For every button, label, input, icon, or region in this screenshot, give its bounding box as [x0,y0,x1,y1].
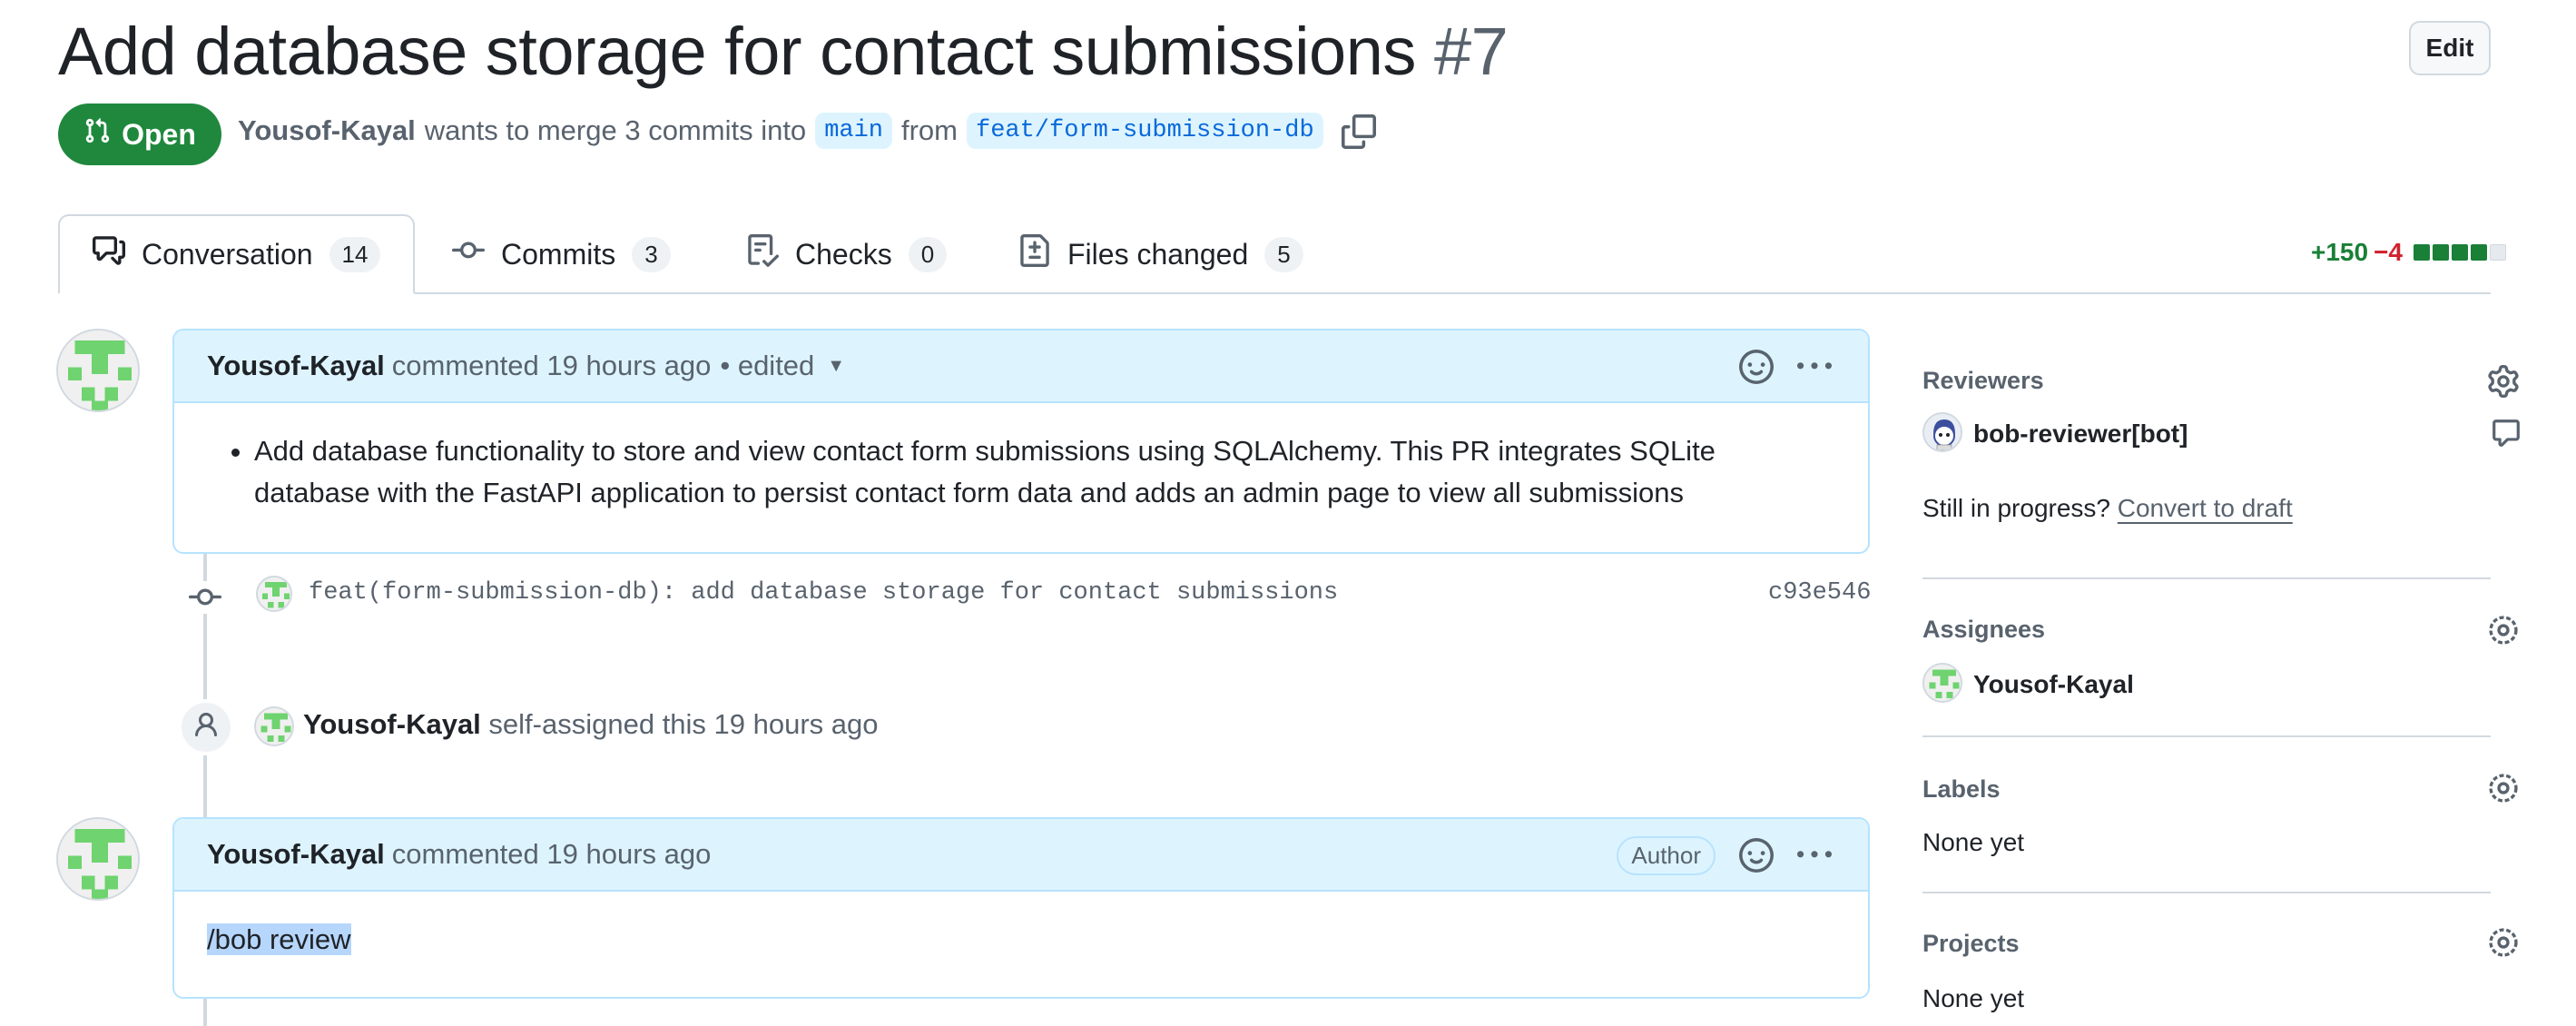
avatar[interactable] [254,706,294,746]
file-diff-icon [1018,234,1051,274]
tab-checks-count: 0 [908,236,948,272]
diffstat-deletions: −4 [2374,238,2404,266]
git-commit-icon [452,234,485,274]
comment-actions [1739,330,1832,403]
diffstat-block [2433,244,2450,261]
diffstat: +150 −4 [2311,238,2507,267]
avatar[interactable] [56,817,140,901]
event-text: self-assigned this 19 hours ago [488,708,879,740]
comment-body: /bob review [174,892,1868,988]
projects-heading[interactable]: Projects [1922,930,2020,958]
author-badge: Author [1617,835,1716,875]
assignee-name[interactable]: Yousof-Kayal [1973,670,2134,699]
avatar[interactable] [56,329,140,412]
copy-icon[interactable] [1342,114,1378,151]
git-pull-request-icon [84,117,111,152]
pr-author-link[interactable]: Yousof-Kayal [238,114,416,147]
diffstat-additions: +150 [2311,238,2369,266]
diffstat-block [2490,244,2507,261]
smiley-icon[interactable] [1739,838,1774,873]
avatar[interactable] [1922,663,1962,703]
kebab-horizontal-icon[interactable] [1797,838,1832,873]
pr-merge-text: wants to merge 3 commits into [424,114,807,146]
tab-files-changed[interactable]: Files changed 5 [986,214,1336,294]
reviewer-name[interactable]: bob-reviewer[bot] [1973,419,2188,449]
tab-commits-label: Commits [501,237,616,271]
pr-title: Add database storage for contact submiss… [58,13,1509,90]
diffstat-block [2414,244,2431,261]
comment-author[interactable]: Yousof-Kayal [207,350,385,382]
diffstat-block [2452,244,2469,261]
tab-files-changed-count: 5 [1264,236,1303,272]
comment-discussion-icon [93,234,125,274]
pr-from-text: from [901,114,958,146]
bot-avatar[interactable] [1922,412,1962,452]
tab-conversation[interactable]: Conversation 14 [58,214,416,294]
git-commit-icon [189,581,221,614]
tab-checks[interactable]: Checks 0 [713,214,979,294]
sidebar-divider [1922,577,2491,579]
comment-author[interactable]: Yousof-Kayal [207,838,385,871]
comment-body-text: Add database functionality to store and … [254,430,1835,514]
checklist-icon [746,234,780,274]
draft-prompt: Still in progress? Convert to draft [1922,494,2293,523]
edit-button[interactable]: Edit [2409,21,2491,75]
commit-sha[interactable]: c93e546 [1768,579,1871,607]
gear-icon[interactable] [2487,614,2520,651]
draft-prompt-text: Still in progress? [1922,494,2110,522]
reviewers-heading[interactable]: Reviewers [1922,367,2044,395]
diffstat-bar [2414,244,2507,261]
labels-heading[interactable]: Labels [1922,775,2001,804]
projects-value: None yet [1922,984,2025,1012]
event-badge [178,699,234,755]
comment-card: Yousof-Kayal commented 19 hours ago • ed… [172,329,1870,554]
pr-state-label: Open [122,117,196,151]
tab-commits-count: 3 [632,236,671,272]
chevron-down-icon[interactable]: ▼ [827,356,845,377]
avatar[interactable] [256,576,292,612]
tab-conversation-label: Conversation [142,237,313,271]
pr-meta: Yousof-Kayal wants to merge 3 commits in… [238,113,1323,149]
commit-message[interactable]: feat(form-submission-db): add database s… [309,579,1338,607]
convert-to-draft-link[interactable]: Convert to draft [2118,494,2293,522]
tab-files-changed-label: Files changed [1067,237,1249,271]
comment-meta[interactable]: commented 19 hours ago [392,838,712,871]
diffstat-block [2471,244,2488,261]
head-branch[interactable]: feat/form-submission-db [967,113,1323,149]
comment-card: Yousof-Kayal commented 19 hours ago Auth… [172,817,1870,999]
comment-edited[interactable]: • edited [720,350,814,382]
pr-title-text: Add database storage for contact submiss… [58,14,1416,89]
comment-body: Add database functionality to store and … [174,403,1868,541]
tab-conversation-count: 14 [329,236,381,272]
base-branch[interactable]: main [815,113,892,149]
sidebar-divider [1922,735,2491,737]
comment-actions: Author [1617,819,1832,892]
comment-header: Yousof-Kayal commented 19 hours ago • ed… [174,330,1868,403]
kebab-horizontal-icon[interactable] [1797,350,1832,384]
comment-meta[interactable]: commented 19 hours ago [392,350,712,382]
assignees-heading[interactable]: Assignees [1922,616,2045,644]
sidebar-divider [1922,892,2491,893]
labels-value: None yet [1922,828,2025,856]
pr-state-badge: Open [58,104,221,165]
event-actor[interactable]: Yousof-Kayal [303,708,481,740]
comment-icon[interactable] [2491,418,2522,453]
pr-number: #7 [1433,14,1509,89]
gear-icon[interactable] [2487,772,2520,809]
tab-checks-label: Checks [795,237,892,271]
smiley-icon[interactable] [1739,350,1774,384]
gear-icon[interactable] [2487,926,2520,963]
person-icon [192,711,221,745]
comment-body-text: /bob review [207,923,351,955]
tab-commits[interactable]: Commits 3 [419,214,703,294]
assign-event: Yousof-Kayal self-assigned this 19 hours… [303,708,879,741]
gear-icon[interactable] [2487,365,2520,402]
comment-header: Yousof-Kayal commented 19 hours ago Auth… [174,819,1868,892]
